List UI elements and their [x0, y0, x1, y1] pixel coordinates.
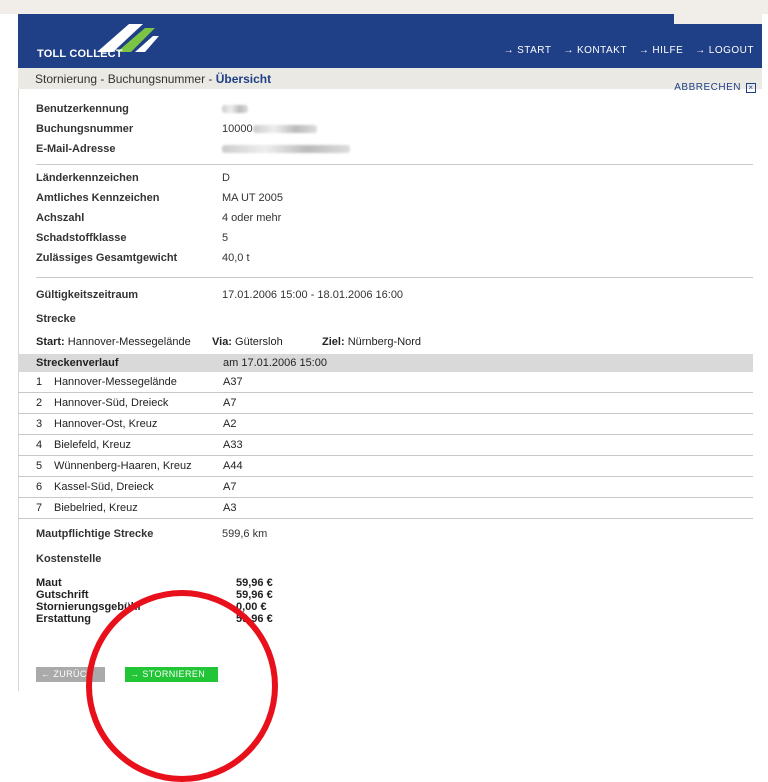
account-row: Buchungsnummer 10000 [36, 120, 753, 140]
arrow-right-icon: → [503, 45, 515, 56]
blurred-value [222, 143, 350, 155]
toll-distance-row: Mautpflichtige Strecke 599,6 km [36, 528, 268, 540]
strecke-title: Strecke [36, 313, 76, 325]
close-icon: × [746, 82, 756, 93]
account-row: Benutzerkennung [36, 100, 753, 120]
header-bar: TOLL COLLECT → START → KONTAKT → HILFE → LOG… [18, 14, 762, 68]
route-row: 3 Hannover-Ost, Kreuz A2 [18, 414, 753, 435]
account-row: E-Mail-Adresse [36, 140, 753, 160]
route-row: 2 Hannover-Süd, Dreieck A7 [18, 393, 753, 414]
page-top-band [0, 0, 768, 14]
vehicle-row: Amtliches Kennzeichen MA UT 2005 [36, 192, 283, 204]
validity-row: Gültigkeitszeitraum 17.01.2006 15:00 - 18… [36, 289, 404, 301]
route-table-header: Streckenverlauf am 17.01.2006 15:00 [18, 354, 753, 372]
vehicle-row: Länderkennzeichen D [36, 172, 230, 184]
nav-logout[interactable]: → LOGOUT [695, 45, 754, 56]
vehicle-row: Schadstoffklasse 5 [36, 232, 229, 244]
route-row: 4 Bielefeld, Kreuz A33 [18, 435, 753, 456]
toll-collect-logo[interactable]: TOLL COLLECT [33, 20, 183, 64]
header-tab-notch [674, 14, 762, 24]
divider [36, 164, 753, 165]
vehicle-row: Achszahl 4 oder mehr [36, 212, 282, 224]
route-row: 7 Biebelried, Kreuz A3 [18, 498, 753, 519]
cost-row: Maut 59,96 € [36, 577, 273, 589]
divider [36, 277, 753, 278]
strecke-endpoints: Start: Hannover-Messegelände Via: Güters… [36, 336, 422, 348]
blurred-value [222, 103, 248, 115]
logo-text: TOLL COLLECT [37, 48, 123, 60]
route-row: 6 Kassel-Süd, Dreieck A7 [18, 477, 753, 498]
arrow-right-icon: → [638, 45, 650, 56]
arrow-left-icon: ← [41, 669, 54, 679]
breadcrumb-current: Übersicht [215, 72, 272, 86]
route-row: 5 Wünnenberg-Haaren, Kreuz A44 [18, 456, 753, 477]
arrow-right-icon: → [695, 45, 706, 56]
route-row: 1 Hannover-Messegelände A37 [18, 372, 753, 393]
booking-overview: Benutzerkennung Buchungsnummer 10000 E-Ma… [18, 100, 753, 625]
breadcrumb: Stornierung - Buchungsnummer - Übersicht [35, 72, 272, 86]
breadcrumb-bar: Stornierung - Buchungsnummer - Übersicht [18, 68, 762, 89]
arrow-right-icon: → [563, 45, 574, 56]
cost-title: Kostenstelle [36, 553, 102, 565]
nav-kontakt[interactable]: → KONTAKT [563, 45, 626, 56]
vehicle-row: Zulässiges Gesamtgewicht 40,0 t [36, 252, 250, 264]
nav-hilfe[interactable]: → HILFE [639, 45, 683, 56]
cancel-link[interactable]: ABBRECHEN × [674, 82, 756, 93]
top-navigation: → START → KONTAKT → HILFE → LOGOUT [504, 45, 754, 56]
annotation-circle [86, 590, 278, 782]
blurred-value [252, 125, 317, 134]
nav-start[interactable]: → START [504, 45, 552, 56]
